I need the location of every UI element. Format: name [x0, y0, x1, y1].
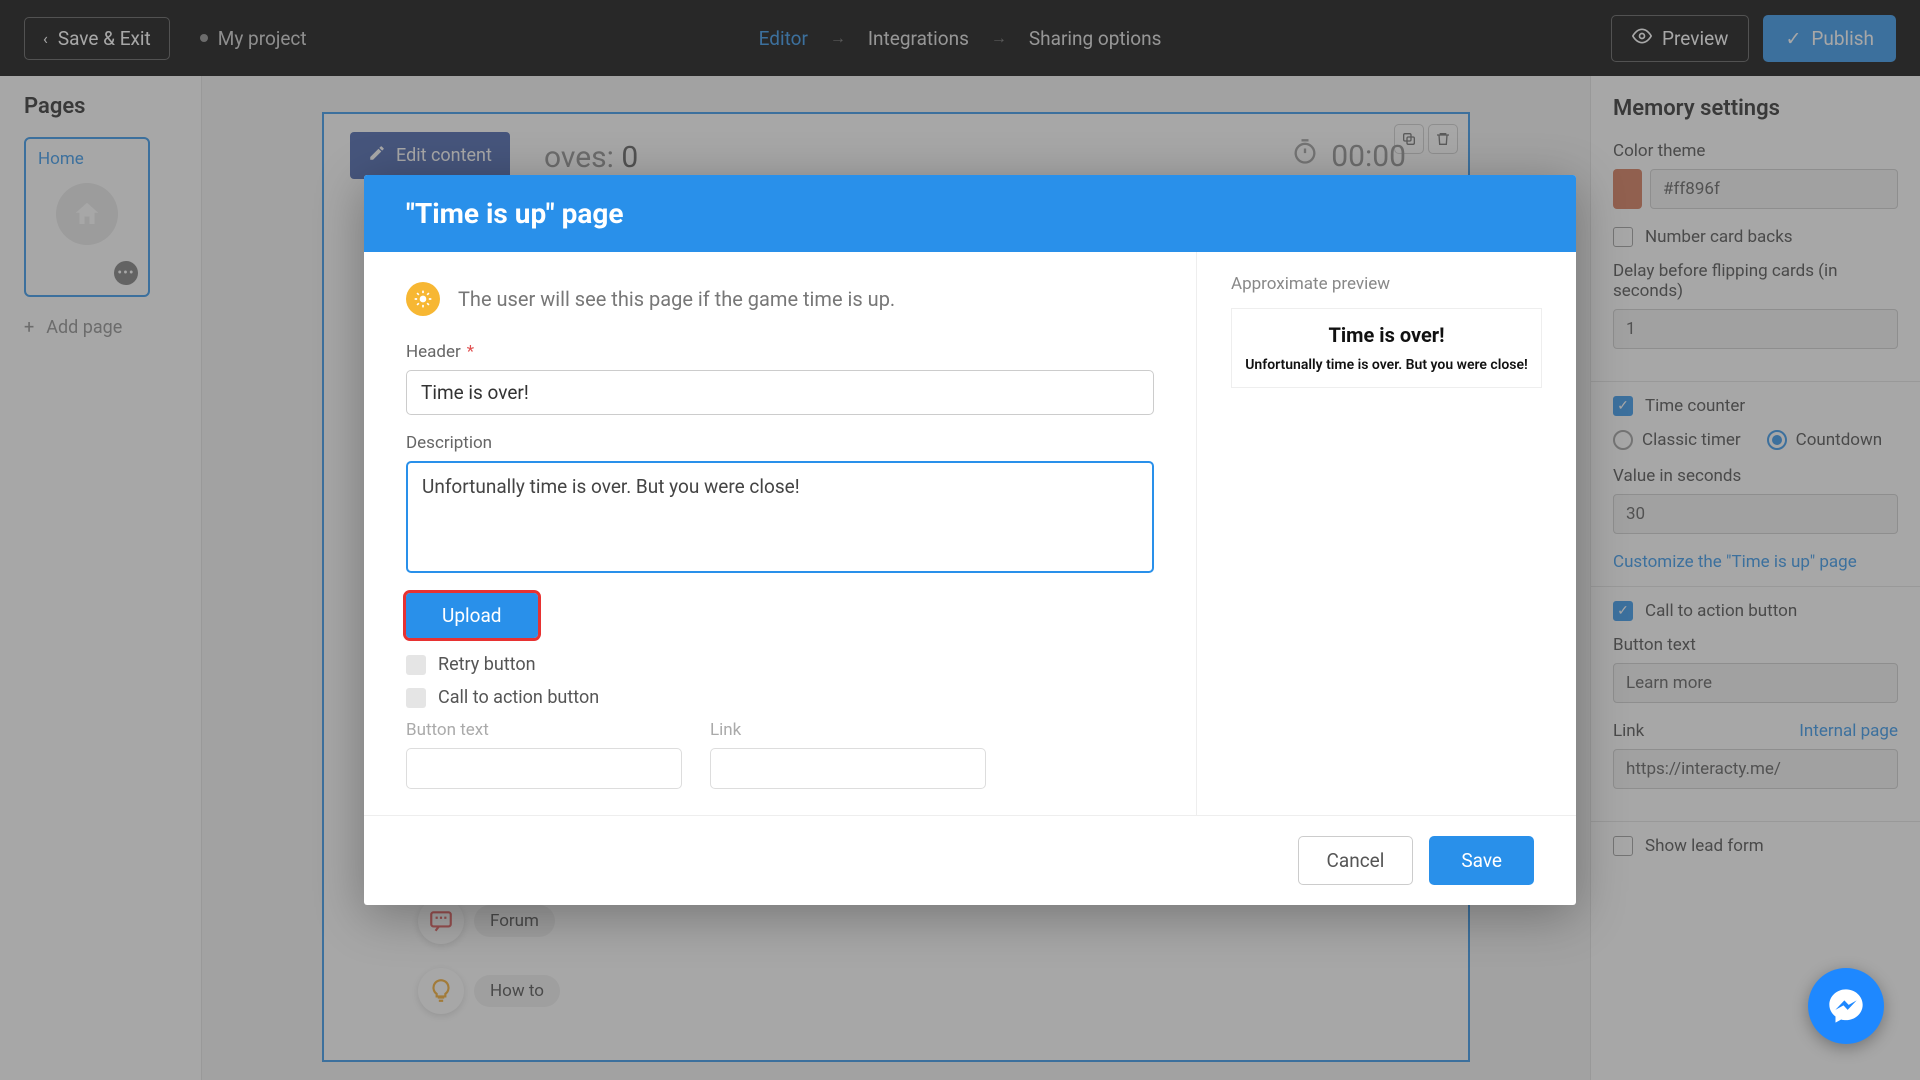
- preview-title: Time is over!: [1242, 323, 1531, 347]
- button-link-row: Button text Link: [406, 720, 1154, 789]
- modal-body: The user will see this page if the game …: [364, 252, 1576, 815]
- modal-link-label: Link: [710, 720, 986, 740]
- retry-label: Retry button: [438, 654, 536, 675]
- timeup-modal: "Time is up" page The user will see this…: [364, 175, 1576, 905]
- header-input[interactable]: [406, 370, 1154, 415]
- modal-title: "Time is up" page: [364, 175, 1576, 252]
- modal-footer: Cancel Save: [364, 815, 1576, 905]
- upload-button[interactable]: Upload: [406, 593, 538, 638]
- description-label: Description: [406, 433, 1154, 453]
- preview-label: Approximate preview: [1231, 274, 1542, 294]
- modal-form: The user will see this page if the game …: [364, 252, 1196, 815]
- modal-info: The user will see this page if the game …: [406, 282, 1154, 316]
- cancel-button[interactable]: Cancel: [1298, 836, 1414, 885]
- description-textarea[interactable]: [406, 461, 1154, 573]
- modal-preview-pane: Approximate preview Time is over! Unfort…: [1196, 252, 1576, 815]
- preview-desc: Unfortunally time is over. But you were …: [1242, 357, 1531, 373]
- modal-btn-text-label: Button text: [406, 720, 682, 740]
- modal-info-text: The user will see this page if the game …: [458, 287, 895, 311]
- modal-cta-checkbox[interactable]: [406, 688, 426, 708]
- save-button[interactable]: Save: [1429, 836, 1534, 885]
- modal-cta-row[interactable]: Call to action button: [406, 687, 1154, 708]
- modal-link-input[interactable]: [710, 748, 986, 789]
- modal-btn-text-input[interactable]: [406, 748, 682, 789]
- messenger-icon: [1826, 986, 1866, 1026]
- sun-icon: [406, 282, 440, 316]
- header-label: Header*: [406, 342, 1154, 362]
- retry-row[interactable]: Retry button: [406, 654, 1154, 675]
- modal-cta-label: Call to action button: [438, 687, 599, 708]
- retry-checkbox[interactable]: [406, 655, 426, 675]
- messenger-button[interactable]: [1808, 968, 1884, 1044]
- preview-card: Time is over! Unfortunally time is over.…: [1231, 308, 1542, 388]
